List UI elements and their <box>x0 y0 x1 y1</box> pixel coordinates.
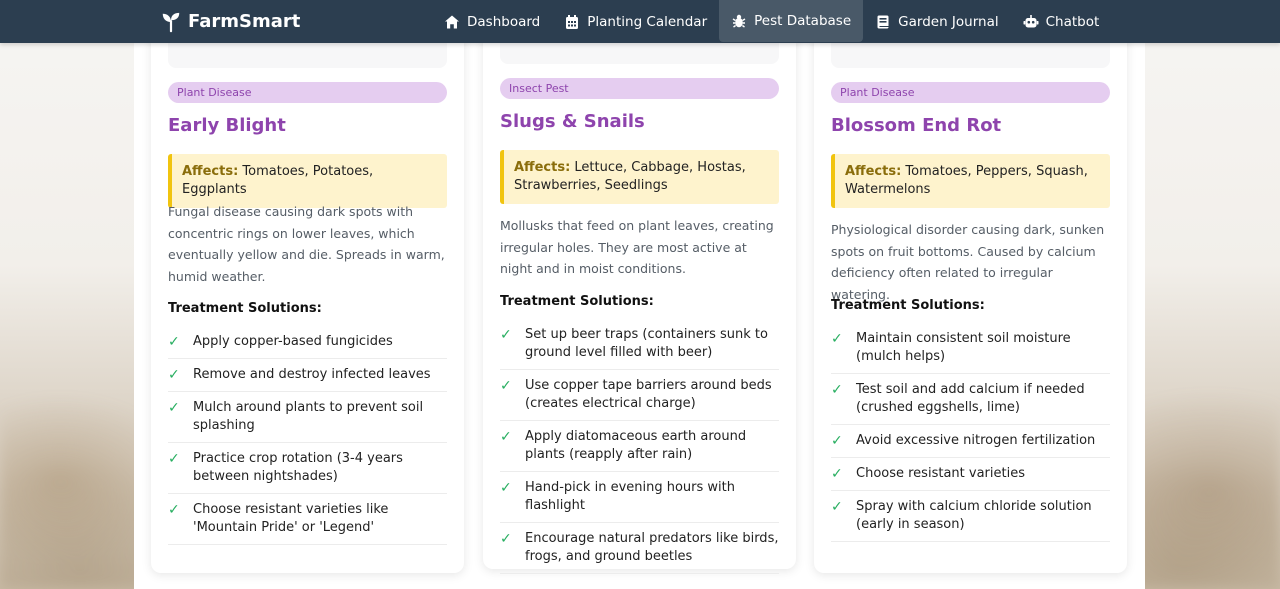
list-item: ✓ Set up beer traps (containers sunk to g… <box>500 319 779 370</box>
list-item: ✓ Apply copper-based fungicides <box>168 326 447 359</box>
affects-label: Affects: <box>182 164 239 179</box>
treatment-heading: Treatment Solutions: <box>168 301 322 316</box>
calendar-icon <box>566 14 579 29</box>
check-icon: ✓ <box>500 378 512 394</box>
card-title: Early Blight <box>168 115 286 136</box>
book-icon <box>877 15 889 28</box>
nav-label: Planting Calendar <box>587 13 708 30</box>
pest-card-early-blight: Plant Disease Early Blight Affects: Toma… <box>151 10 464 573</box>
treatment-list: ✓ Apply copper-based fungicides ✓ Remove a… <box>168 326 447 545</box>
category-tag: Plant Disease <box>168 82 447 103</box>
affects-label: Affects: <box>514 160 571 175</box>
check-icon: ✓ <box>831 433 843 449</box>
treatment-list: ✓ Set up beer traps (containers sunk to g… <box>500 319 779 574</box>
check-icon: ✓ <box>168 367 180 383</box>
check-icon: ✓ <box>500 480 512 496</box>
check-icon: ✓ <box>831 331 843 347</box>
treatment-text: Mulch around plants to prevent soil spla… <box>193 400 424 433</box>
navbar: FarmSmart Dashboard Planting Calendar Pe… <box>0 0 1280 43</box>
card-description: Fungal disease causing dark spots with c… <box>168 204 445 284</box>
check-icon: ✓ <box>831 382 843 398</box>
affects-box: Affects: Tomatoes, Peppers, Squash, Wate… <box>831 154 1110 208</box>
check-icon: ✓ <box>168 334 180 350</box>
category-tag: Insect Pest <box>500 78 779 99</box>
list-item: ✓ Practice crop rotation (3-4 years betwe… <box>168 443 447 494</box>
treatment-text: Choose resistant varieties like 'Mountai… <box>193 502 389 535</box>
home-icon <box>445 15 459 28</box>
treatment-text: Spray with calcium chloride solution (ea… <box>856 499 1092 532</box>
list-item: ✓ Mulch around plants to prevent soil spl… <box>168 392 447 443</box>
treatment-text: Test soil and add calcium if needed (cru… <box>856 382 1085 415</box>
check-icon: ✓ <box>831 499 843 515</box>
nav-label: Chatbot <box>1045 13 1100 30</box>
treatment-text: Hand-pick in evening hours with flashlig… <box>525 480 736 513</box>
nav-item-garden-journal[interactable]: Garden Journal <box>863 0 1010 43</box>
treatment-text: Maintain consistent soil moisture (mulch… <box>856 331 1071 364</box>
category-tag: Plant Disease <box>831 82 1110 103</box>
nav-item-dashboard[interactable]: Dashboard <box>432 0 552 43</box>
nav-item-planting-calendar[interactable]: Planting Calendar <box>552 0 719 43</box>
brand-logo[interactable]: FarmSmart <box>160 0 300 43</box>
affects-box: Affects: Lettuce, Cabbage, Hostas, Straw… <box>500 150 779 204</box>
treatment-text: Apply diatomaceous earth around plants (… <box>525 429 747 462</box>
card-title: Slugs & Snails <box>500 111 645 132</box>
card-title: Blossom End Rot <box>831 115 1002 136</box>
nav-menu: Dashboard Planting Calendar Pest Databas… <box>432 0 1111 43</box>
list-item: ✓ Encourage natural predators like birds,… <box>500 523 779 574</box>
list-item: ✓ Choose resistant varieties <box>831 458 1110 491</box>
treatment-heading: Treatment Solutions: <box>831 298 985 313</box>
card-description: Physiological disorder causing dark, sun… <box>831 222 1105 302</box>
list-item: ✓ Choose resistant varieties like 'Mounta… <box>168 494 447 545</box>
treatment-text: Apply copper-based fungicides <box>193 334 393 349</box>
treatment-heading: Treatment Solutions: <box>500 294 654 309</box>
card-description: Mollusks that feed on plant leaves, crea… <box>500 218 774 276</box>
sprout-icon <box>162 12 180 32</box>
robot-icon <box>1023 14 1039 27</box>
check-icon: ✓ <box>831 466 843 482</box>
check-icon: ✓ <box>500 531 512 547</box>
pest-card-slugs-snails: Insect Pest Slugs & Snails Affects: Lett… <box>483 6 796 574</box>
list-item: ✓ Avoid excessive nitrogen fertilization <box>831 425 1110 458</box>
bug-icon <box>732 14 746 28</box>
list-item: ✓ Hand-pick in evening hours with flashli… <box>500 472 779 523</box>
brand-name: FarmSmart <box>188 11 301 32</box>
nav-label: Garden Journal <box>898 13 999 30</box>
nav-item-pest-database[interactable]: Pest Database <box>719 0 864 42</box>
treatment-list: ✓ Maintain consistent soil moisture (mulc… <box>831 323 1110 542</box>
check-icon: ✓ <box>168 451 180 467</box>
check-icon: ✓ <box>500 327 512 343</box>
check-icon: ✓ <box>500 429 512 445</box>
treatment-text: Use copper tape barriers around beds (cr… <box>525 378 772 411</box>
treatment-text: Encourage natural predators like birds, … <box>525 531 779 564</box>
check-icon: ✓ <box>168 400 180 416</box>
list-item: ✓ Test soil and add calcium if needed (cr… <box>831 374 1110 425</box>
list-item: ✓ Remove and destroy infected leaves <box>168 359 447 392</box>
nav-item-chatbot[interactable]: Chatbot <box>1011 0 1112 43</box>
treatment-text: Practice crop rotation (3-4 years betwee… <box>193 451 403 484</box>
affects-box: Affects: Tomatoes, Potatoes, Eggplants <box>168 154 447 208</box>
pest-card-blossom-end-rot: Plant Disease Blossom End Rot Affects: T… <box>814 10 1127 573</box>
treatment-text: Set up beer traps (containers sunk to gr… <box>525 327 768 360</box>
list-item: ✓ Apply diatomaceous earth around plants … <box>500 421 779 472</box>
list-item: ✓ Spray with calcium chloride solution (e… <box>831 491 1110 542</box>
treatment-text: Avoid excessive nitrogen fertilization <box>856 433 1096 448</box>
nav-label: Dashboard <box>467 13 541 30</box>
list-item: ✓ Use copper tape barriers around beds (c… <box>500 370 779 421</box>
nav-label: Pest Database <box>754 13 852 29</box>
treatment-text: Choose resistant varieties <box>856 466 1025 481</box>
affects-label: Affects: <box>845 164 902 179</box>
list-item: ✓ Maintain consistent soil moisture (mulc… <box>831 323 1110 374</box>
check-icon: ✓ <box>168 502 180 518</box>
treatment-text: Remove and destroy infected leaves <box>193 367 431 382</box>
